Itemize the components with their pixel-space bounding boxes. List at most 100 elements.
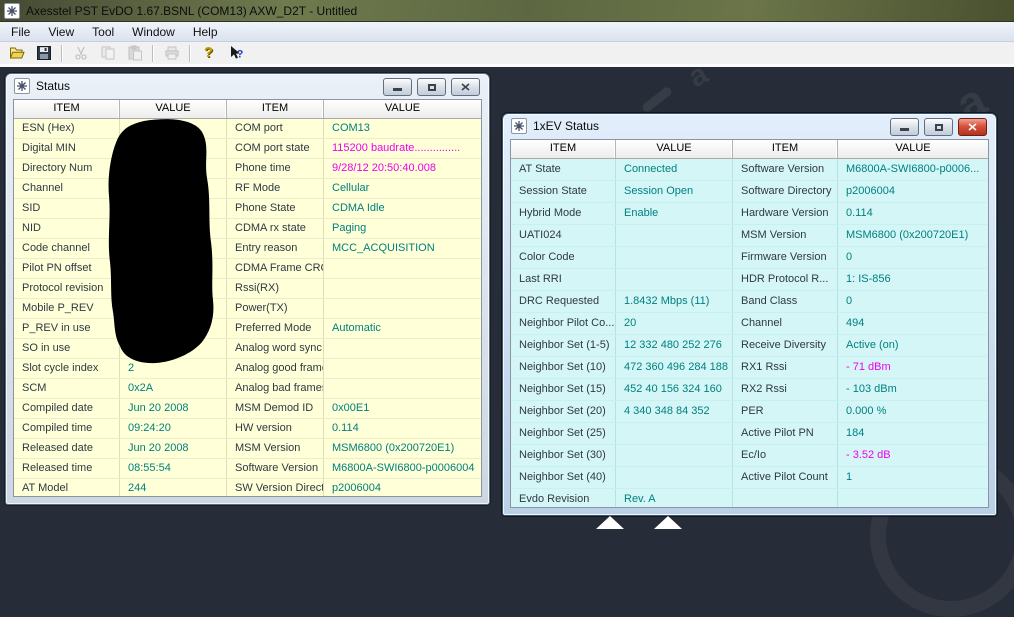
value-cell bbox=[120, 179, 227, 198]
item-cell: Ec/Io bbox=[733, 445, 838, 466]
table-row: AT StateConnectedSoftware VersionM6800A-… bbox=[511, 159, 988, 181]
value-cell bbox=[324, 279, 481, 298]
status-window: Status ITEMVALUEITEMVALUE ESN (Hex)COM p… bbox=[5, 73, 490, 505]
triangle-marker bbox=[596, 516, 624, 529]
toolbar-separator bbox=[189, 45, 191, 62]
minimize-button[interactable] bbox=[890, 118, 919, 136]
maximize-icon bbox=[935, 124, 943, 131]
evdo-table-body: AT StateConnectedSoftware VersionM6800A-… bbox=[511, 159, 988, 508]
value-cell bbox=[616, 445, 733, 466]
about-help-button[interactable]: ? bbox=[196, 42, 221, 65]
value-cell bbox=[616, 247, 733, 268]
item-cell: Preferred Mode bbox=[227, 319, 324, 338]
table-row: Digital MINCOM port state115200 baudrate… bbox=[14, 139, 481, 159]
value-cell bbox=[120, 279, 227, 298]
table-row: Mobile P_REVPower(TX) bbox=[14, 299, 481, 319]
triangle-marker bbox=[654, 516, 682, 529]
item-cell: Channel bbox=[14, 179, 120, 198]
table-row: Neighbor Set (1-5)12 332 480 252 276Rece… bbox=[511, 335, 988, 357]
value-cell: 0.000 % bbox=[838, 401, 988, 422]
toolbar-separator bbox=[61, 45, 63, 62]
value-cell: Paging bbox=[324, 219, 481, 238]
open-button[interactable] bbox=[4, 42, 29, 65]
maximize-button[interactable] bbox=[924, 118, 953, 136]
menu-item-file[interactable]: File bbox=[2, 22, 39, 42]
cut-button[interactable] bbox=[68, 42, 93, 65]
value-cell: 452 40 156 324 160 bbox=[616, 379, 733, 400]
context-help-button[interactable]: ? bbox=[223, 42, 248, 65]
value-cell bbox=[616, 467, 733, 488]
copy-icon bbox=[100, 45, 116, 61]
item-cell: Neighbor Set (20) bbox=[511, 401, 616, 422]
item-cell: RX1 Rssi bbox=[733, 357, 838, 378]
asterisk-app-icon bbox=[14, 78, 30, 94]
value-cell: 09:24:20 bbox=[120, 419, 227, 438]
question-mark-icon: ? bbox=[204, 45, 213, 61]
menu-item-window[interactable]: Window bbox=[123, 22, 184, 42]
close-button[interactable] bbox=[451, 78, 480, 96]
minimize-button[interactable] bbox=[383, 78, 412, 96]
table-row: SO in useAnalog word sync bbox=[14, 339, 481, 359]
save-floppy-icon bbox=[36, 45, 52, 61]
value-cell: 0.114 bbox=[324, 419, 481, 438]
close-button[interactable] bbox=[958, 118, 987, 136]
item-cell: Software Version bbox=[733, 159, 838, 180]
value-cell bbox=[324, 339, 481, 358]
item-cell: SID bbox=[14, 199, 120, 218]
item-cell: Analog bad frames bbox=[227, 379, 324, 398]
value-cell: 1 bbox=[838, 467, 988, 488]
value-cell: Connected bbox=[616, 159, 733, 180]
menu-item-tool[interactable]: Tool bbox=[83, 22, 123, 42]
value-cell bbox=[616, 269, 733, 290]
item-cell: Directory Num bbox=[14, 159, 120, 178]
app-titlebar[interactable]: Axesstel PST EvDO 1.67.BSNL (COM13) AXW_… bbox=[0, 0, 1014, 22]
item-cell: Neighbor Set (40) bbox=[511, 467, 616, 488]
item-cell: AT Model bbox=[14, 479, 120, 497]
print-button[interactable] bbox=[159, 42, 184, 65]
menu-item-view[interactable]: View bbox=[39, 22, 83, 42]
value-cell: - 103 dBm bbox=[838, 379, 988, 400]
item-cell: Released date bbox=[14, 439, 120, 458]
value-cell: Active (on) bbox=[838, 335, 988, 356]
maximize-button[interactable] bbox=[417, 78, 446, 96]
item-cell: Analog word sync bbox=[227, 339, 324, 358]
value-cell: 184 bbox=[838, 423, 988, 444]
item-cell: Neighbor Pilot Co... bbox=[511, 313, 616, 334]
table-row: Neighbor Set (15)452 40 156 324 160RX2 R… bbox=[511, 379, 988, 401]
status-table: ITEMVALUEITEMVALUE ESN (Hex)COM portCOM1… bbox=[13, 99, 482, 497]
value-cell: CDMA Idle bbox=[324, 199, 481, 218]
value-cell: Enable bbox=[616, 203, 733, 224]
value-cell: 244 bbox=[120, 479, 227, 497]
menu-item-help[interactable]: Help bbox=[184, 22, 227, 42]
value-cell: 4 340 348 84 352 bbox=[616, 401, 733, 422]
table-row: P_REV in usePreferred ModeAutomatic bbox=[14, 319, 481, 339]
value-cell: 12 332 480 252 276 bbox=[616, 335, 733, 356]
status-table-header: ITEMVALUEITEMVALUE bbox=[14, 100, 481, 119]
copy-button[interactable] bbox=[95, 42, 120, 65]
table-row: Compiled time09:24:20HW version0.114 bbox=[14, 419, 481, 439]
item-cell: Neighbor Set (1-5) bbox=[511, 335, 616, 356]
value-cell: M6800A-SWI6800-p0006004 bbox=[324, 459, 481, 478]
column-header: ITEM bbox=[14, 100, 120, 118]
column-header: VALUE bbox=[838, 140, 988, 158]
value-cell: 08:55:54 bbox=[120, 459, 227, 478]
value-cell: 0 bbox=[838, 291, 988, 312]
item-cell: MSM Version bbox=[227, 439, 324, 458]
table-row: Pilot PN offsetCDMA Frame CRC bbox=[14, 259, 481, 279]
value-cell: 0x2A bbox=[120, 379, 227, 398]
value-cell: MSM6800 (0x200720E1) bbox=[324, 439, 481, 458]
table-row: Slot cycle index2Analog good frames bbox=[14, 359, 481, 379]
item-cell: MSM Demod ID bbox=[227, 399, 324, 418]
toolbar-separator bbox=[152, 45, 154, 62]
item-cell: SCM bbox=[14, 379, 120, 398]
minimize-icon bbox=[900, 128, 909, 131]
item-cell: Hardware Version bbox=[733, 203, 838, 224]
item-cell: Channel bbox=[733, 313, 838, 334]
paste-button[interactable] bbox=[122, 42, 147, 65]
item-cell: Digital MIN bbox=[14, 139, 120, 158]
save-button[interactable] bbox=[31, 42, 56, 65]
item-cell: Mobile P_REV bbox=[14, 299, 120, 318]
value-cell bbox=[324, 259, 481, 278]
column-header: VALUE bbox=[616, 140, 733, 158]
value-cell: 0x00E1 bbox=[324, 399, 481, 418]
